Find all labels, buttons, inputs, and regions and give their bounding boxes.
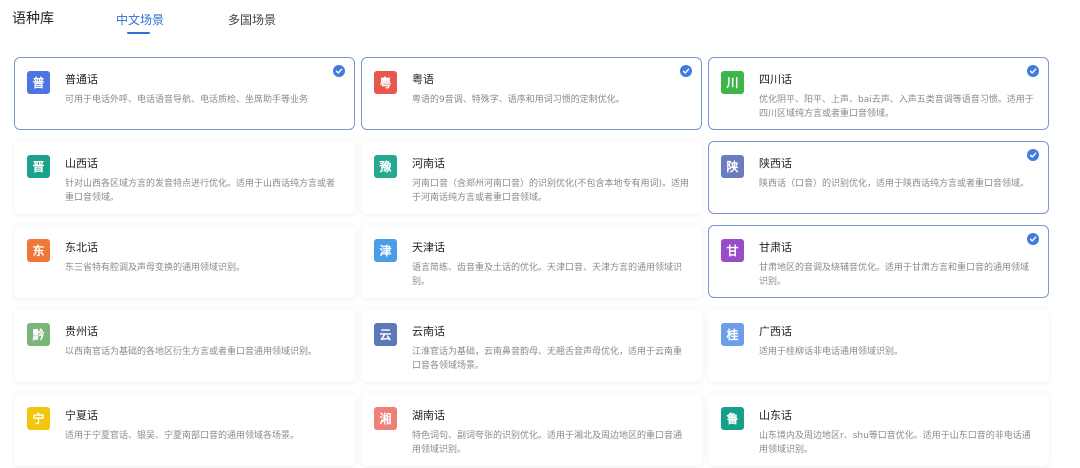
language-description: 可用于电话外呼、电话语音导航、电话质检、坐席助手等业务 xyxy=(65,95,309,105)
language-card[interactable]: 陕 陕西话陕西话（口音）的识别优化，适用于陕西话纯方言或者重口音领域。 xyxy=(708,141,1049,214)
language-badge: 陕 xyxy=(721,155,744,178)
language-card[interactable]: 津 天津话语言简练、齿音重及土话的优化。天津口音、天津方言的通用领域识别。 xyxy=(361,225,702,298)
language-badge: 云 xyxy=(374,323,397,346)
language-name: 粤语 xyxy=(412,73,434,86)
language-badge: 粤 xyxy=(374,71,397,94)
language-badge: 豫 xyxy=(374,155,397,178)
language-badge: 黔 xyxy=(27,323,50,346)
language-badge: 津 xyxy=(374,239,397,262)
language-description: 粤语的9音调、特殊字、语序和用词习惯的定制优化。 xyxy=(412,95,625,105)
language-badge: 甘 xyxy=(721,239,744,262)
language-description: 陕西话（口音）的识别优化，适用于陕西话纯方言或者重口音领域。 xyxy=(759,179,1030,189)
language-card[interactable]: 普 普通话可用于电话外呼、电话语音导航、电话质检、坐席助手等业务 xyxy=(14,57,355,130)
language-name: 湖南话 xyxy=(412,409,445,422)
selected-check-icon xyxy=(1027,233,1039,245)
language-description: 以西南官话为基础的各地区衍生方言或者重口音通用领域识别。 xyxy=(65,347,318,357)
language-card[interactable]: 桂 广西话适用于桂柳话非电话通用领域识别。 xyxy=(708,309,1049,382)
language-card[interactable]: 云 云南话江淮官话为基础，云南鼻音韵母、无翘舌音声母优化，适用于云南重口音各领域场… xyxy=(361,309,702,382)
selected-check-icon xyxy=(1027,65,1039,77)
language-card[interactable]: 豫 河南话河南口音（含郑州河南口音）的识别优化(不包含本地专有用词)。适用于河南话… xyxy=(361,141,702,214)
language-description: 适用于宁夏官话、银吴、宁夏南部口音的通用领域各场景。 xyxy=(65,431,300,441)
language-description: 语言简练、齿音重及土话的优化。天津口音、天津方言的通用领域识别。 xyxy=(412,263,683,287)
language-card[interactable]: 粤 粤语粤语的9音调、特殊字、语序和用词习惯的定制优化。 xyxy=(361,57,702,130)
language-name: 普通话 xyxy=(65,73,98,86)
language-name: 陕西话 xyxy=(759,157,792,170)
language-card[interactable]: 宁 宁夏话适用于宁夏官话、银吴、宁夏南部口音的通用领域各场景。 xyxy=(14,393,355,466)
language-name: 山西话 xyxy=(65,157,98,170)
language-badge: 湘 xyxy=(374,407,397,430)
language-card[interactable]: 甘 甘肃话甘肃地区的音调及绕辅音优化。适用于甘肃方言和重口音的通用领域识别。 xyxy=(708,225,1049,298)
language-card[interactable]: 黔 贵州话以西南官话为基础的各地区衍生方言或者重口音通用领域识别。 xyxy=(14,309,355,382)
language-badge: 川 xyxy=(721,71,744,94)
header: 语种库 中文场景 多国场景 xyxy=(0,0,1080,40)
tab-multinational-scenes[interactable]: 多国场景 xyxy=(228,11,276,28)
language-name: 广西话 xyxy=(759,325,792,338)
language-description: 优化阴平、阳平、上声、bai去声、入声五类音调等语音习惯。适用于四川区域纯方言或… xyxy=(759,95,1034,119)
language-description: 甘肃地区的音调及绕辅音优化。适用于甘肃方言和重口音的通用领域识别。 xyxy=(759,263,1030,287)
tab-chinese-scenes[interactable]: 中文场景 xyxy=(116,11,164,28)
language-name: 云南话 xyxy=(412,325,445,338)
language-card[interactable]: 川 四川话优化阴平、阳平、上声、bai去声、入声五类音调等语音习惯。适用于四川区域… xyxy=(708,57,1049,130)
active-tab-indicator xyxy=(127,32,150,34)
language-description: 江淮官话为基础，云南鼻音韵母、无翘舌音声母优化，适用于云南重口音各领域场景。 xyxy=(412,347,683,371)
language-name: 贵州话 xyxy=(65,325,98,338)
language-badge: 晋 xyxy=(27,155,50,178)
language-description: 特色词句、副词夸张的识别优化。适用于湘北及周边地区的重口音通用领域识别。 xyxy=(412,431,683,455)
language-badge: 普 xyxy=(27,71,50,94)
language-card[interactable]: 湘 湖南话特色词句、副词夸张的识别优化。适用于湘北及周边地区的重口音通用领域识别。 xyxy=(361,393,702,466)
language-description: 适用于桂柳话非电话通用领域识别。 xyxy=(759,347,904,357)
language-badge: 东 xyxy=(27,239,50,262)
selected-check-icon xyxy=(680,65,692,77)
language-name: 山东话 xyxy=(759,409,792,422)
language-description: 山东境内及周边地区r、shu等口音优化。适用于山东口音的非电话通用领域识别。 xyxy=(759,431,1031,455)
language-name: 宁夏话 xyxy=(65,409,98,422)
language-name: 四川话 xyxy=(759,73,792,86)
language-card[interactable]: 鲁 山东话山东境内及周边地区r、shu等口音优化。适用于山东口音的非电话通用领域识… xyxy=(708,393,1049,466)
page-title: 语种库 xyxy=(12,11,54,27)
language-name: 甘肃话 xyxy=(759,241,792,254)
language-name: 东北话 xyxy=(65,241,98,254)
language-description: 针对山西各区域方言的发音特点进行优化。适用于山西话纯方言或者重口音领域。 xyxy=(65,179,336,203)
language-card-grid: 普 普通话可用于电话外呼、电话语音导航、电话质检、坐席助手等业务 粤 粤语粤语的9音调… xyxy=(14,57,1050,468)
language-badge: 桂 xyxy=(721,323,744,346)
language-name: 河南话 xyxy=(412,157,445,170)
language-name: 天津话 xyxy=(412,241,445,254)
language-description: 河南口音（含郑州河南口音）的识别优化(不包含本地专有用词)。适用于河南话纯方言或… xyxy=(412,179,690,203)
language-card[interactable]: 晋 山西话针对山西各区域方言的发音特点进行优化。适用于山西话纯方言或者重口音领域。 xyxy=(14,141,355,214)
language-card[interactable]: 东 东北话东三省特有腔调及声母变换的通用领域识别。 xyxy=(14,225,355,298)
language-description: 东三省特有腔调及声母变换的通用领域识别。 xyxy=(65,263,246,273)
language-badge: 鲁 xyxy=(721,407,744,430)
language-badge: 宁 xyxy=(27,407,50,430)
selected-check-icon xyxy=(1027,149,1039,161)
selected-check-icon xyxy=(333,65,345,77)
